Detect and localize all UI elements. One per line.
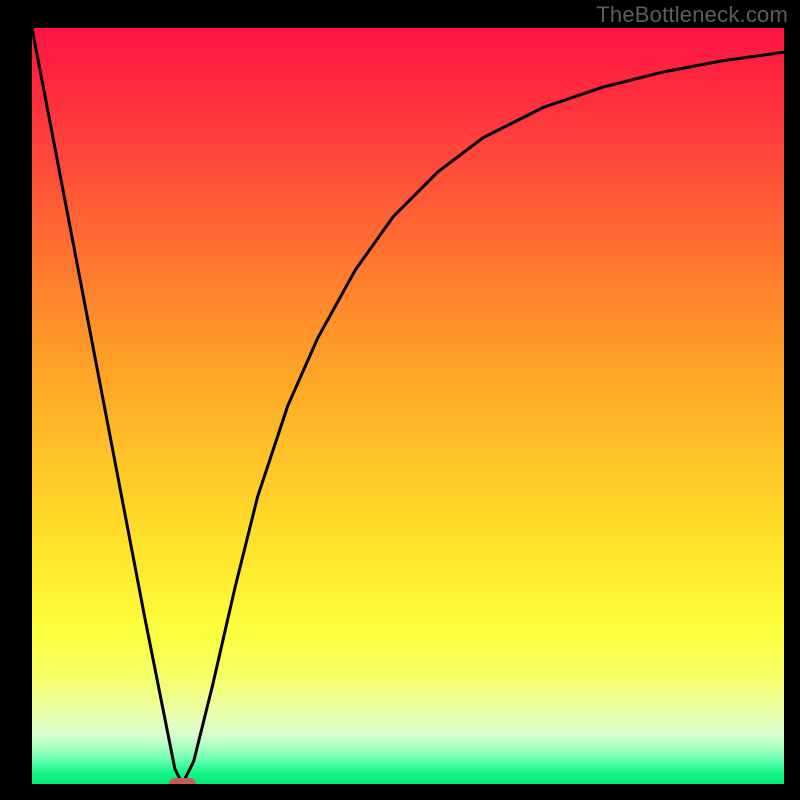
plot-area <box>32 28 784 784</box>
chart-frame: TheBottleneck.com <box>0 0 800 800</box>
watermark-text: TheBottleneck.com <box>596 2 788 28</box>
curve-path <box>32 28 784 784</box>
bottleneck-curve <box>32 28 784 784</box>
minimum-marker <box>169 778 196 784</box>
